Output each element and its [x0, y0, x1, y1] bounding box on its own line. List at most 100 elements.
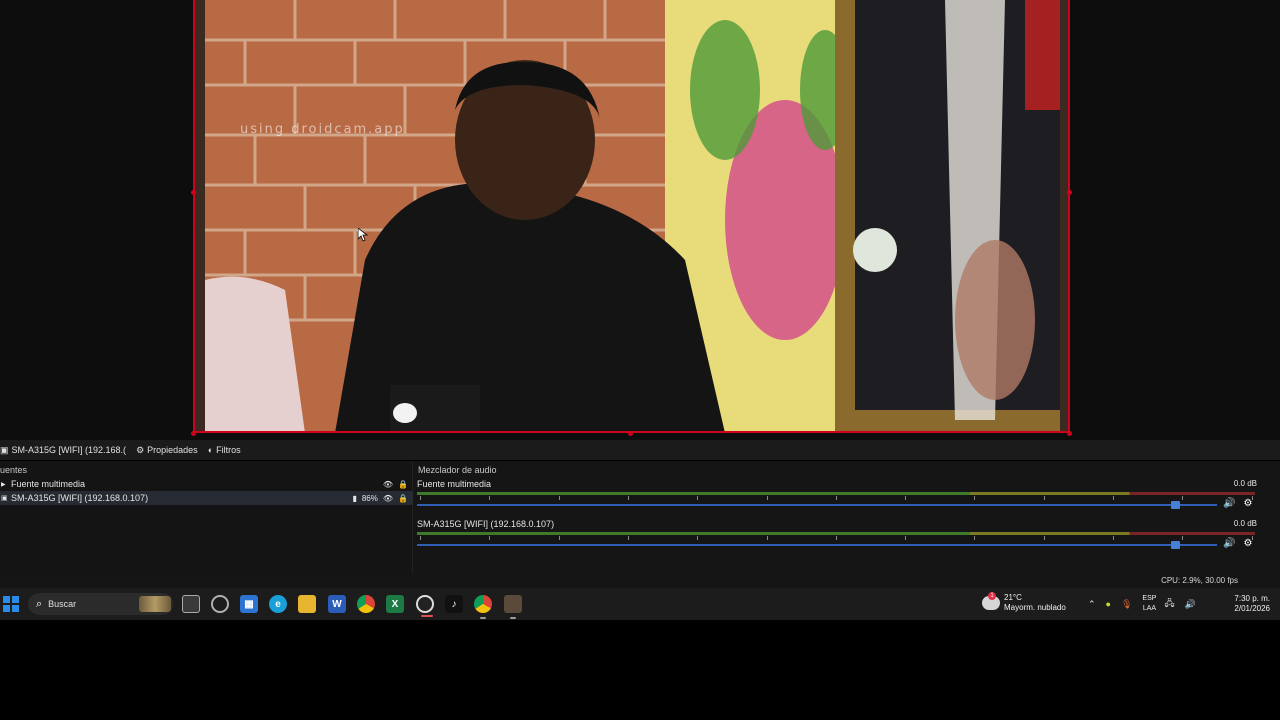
- filters-button[interactable]: ◐ Filtros: [208, 445, 241, 455]
- meter-tick: [974, 496, 976, 500]
- clock-time: 7:30 p. m.: [1234, 594, 1270, 603]
- visibility-eye-icon[interactable]: 👁: [383, 480, 393, 489]
- taskbar-search[interactable]: ⌕ Buscar: [28, 593, 173, 615]
- lock-icon[interactable]: 🔒: [398, 480, 408, 489]
- meter-tick: [558, 536, 560, 540]
- source-item-sm-a315g[interactable]: ▣ SM-A315G [WIFI] (192.168.0.107) ▮ 86% …: [0, 491, 413, 505]
- meter-tick: [489, 536, 491, 540]
- volume-slider[interactable]: [417, 541, 1217, 549]
- meter-tick: [905, 496, 907, 500]
- source-item-label: SM-A315G [WIFI] (192.168.0.107): [11, 493, 149, 503]
- meter-tick: [1182, 536, 1184, 540]
- weather-widget[interactable]: 1 21°C Mayorm. nublado: [982, 592, 1066, 613]
- play-icon: ▶: [1, 481, 6, 488]
- weather-badge: 1: [988, 592, 996, 600]
- chrome-profile-icon[interactable]: [474, 595, 492, 619]
- source-item-label: Fuente multimedia: [11, 479, 86, 489]
- droidcam-tray-icon[interactable]: ●: [1106, 599, 1111, 609]
- visibility-eye-icon[interactable]: 👁: [383, 494, 393, 503]
- mic-level-icon: ▮: [352, 493, 357, 503]
- speaker-icon[interactable]: 🔊: [1223, 538, 1235, 549]
- meter-tick: [489, 496, 491, 500]
- meter-tick: [627, 536, 629, 540]
- speaker-icon[interactable]: 🔊: [1223, 498, 1235, 509]
- store-icon[interactable]: ▦: [240, 595, 258, 613]
- lock-icon[interactable]: 🔒: [398, 494, 408, 503]
- tiktok-icon[interactable]: ♪: [445, 595, 463, 613]
- channel-db: 0.0 dB: [1233, 479, 1257, 488]
- file-explorer-icon[interactable]: [298, 595, 316, 613]
- resize-handle-bottom[interactable]: [628, 431, 633, 436]
- volume-meter: [417, 532, 1255, 535]
- meter-tick: [697, 536, 699, 540]
- volume-icon[interactable]: 🔊: [1184, 599, 1195, 610]
- mixer-channel-sm-a315g: SM-A315G [WIFI] (192.168.0.107) 0.0 dB 🔊…: [417, 519, 1257, 559]
- camera-source-icon: ▣: [1, 495, 8, 502]
- resize-handle-right[interactable]: [1067, 190, 1072, 195]
- channel-name: Fuente multimedia: [417, 479, 492, 489]
- preview-area[interactable]: using droidcam.app: [0, 0, 1280, 440]
- weather-desc: Mayorm. nublado: [1004, 603, 1066, 612]
- selected-source: ▣ SM-A315G [WIFI] (192.168.(: [0, 445, 126, 456]
- mouse-cursor-icon: [358, 228, 368, 242]
- selected-source-name: SM-A315G [WIFI] (192.168.(: [11, 445, 127, 455]
- source-toolbar: ▣ SM-A315G [WIFI] (192.168.( ⚙ Propiedad…: [0, 440, 1280, 460]
- droidcam-watermark: using droidcam.app: [240, 122, 405, 137]
- resize-handle-bottom-right[interactable]: [1067, 431, 1072, 436]
- gear-icon[interactable]: ⚙: [1243, 538, 1252, 549]
- status-bar: CPU: 2.9%, 30.00 fps: [0, 573, 1280, 588]
- obs-icon[interactable]: [416, 595, 434, 617]
- video-source-frame[interactable]: using droidcam.app: [193, 0, 1070, 433]
- meter-tick: [697, 496, 699, 500]
- audio-mixer-dock: Mezclador de audio Fuente multimedia 0.0…: [414, 461, 1280, 573]
- volume-slider[interactable]: [417, 501, 1217, 509]
- system-tray: ⌃ ● 🎙 ESP LAA 🖧 🔊: [1088, 588, 1206, 620]
- search-highlight-image: [139, 596, 171, 612]
- channel-db: 0.0 dB: [1233, 519, 1257, 528]
- meter-tick: [420, 496, 421, 500]
- source-item-fuente-multimedia[interactable]: ▶ Fuente multimedia 👁 🔒: [0, 477, 413, 491]
- chevron-up-icon[interactable]: ⌃: [1088, 599, 1096, 610]
- network-icon[interactable]: 🖧: [1164, 596, 1174, 612]
- camera-source-icon: ▣: [0, 444, 9, 455]
- lang-bottom: LAA: [1142, 605, 1157, 612]
- language-indicator[interactable]: ESP LAA: [1142, 594, 1156, 614]
- meter-tick: [835, 496, 837, 500]
- windows-start-icon[interactable]: [3, 596, 19, 612]
- meter-tick: [974, 536, 976, 540]
- docks-area: uentes ▶ Fuente multimedia 👁 🔒 ▣ SM-A315…: [0, 461, 1280, 573]
- meter-tick: [1113, 496, 1114, 500]
- edge-icon[interactable]: e: [269, 595, 287, 613]
- meter-tick: [1043, 496, 1045, 500]
- search-icon: ⌕: [36, 597, 43, 610]
- word-icon[interactable]: W: [328, 595, 346, 613]
- properties-button[interactable]: ⚙ Propiedades: [136, 445, 198, 456]
- gear-icon[interactable]: ⚙: [1243, 498, 1252, 509]
- meter-tick: [835, 536, 837, 540]
- cpu-fps-status: CPU: 2.9%, 30.00 fps: [1161, 576, 1238, 585]
- sources-title: uentes: [0, 465, 28, 475]
- meter-tick: [766, 496, 768, 500]
- copilot-icon[interactable]: [211, 595, 229, 613]
- volume-slider-knob[interactable]: [1171, 541, 1180, 549]
- app-icon[interactable]: [504, 595, 522, 619]
- audio-mixer-title: Mezclador de audio: [418, 465, 497, 475]
- meter-tick: [1043, 536, 1045, 540]
- chrome-icon[interactable]: [357, 595, 375, 613]
- volume-slider-knob[interactable]: [1171, 501, 1180, 509]
- meter-tick: [766, 536, 768, 540]
- filter-icon: ◐: [207, 445, 214, 455]
- source-percent: 86%: [361, 493, 378, 503]
- meter-ticks: [417, 536, 1255, 542]
- clock[interactable]: 7:30 p. m. 2/01/2026: [1234, 594, 1270, 614]
- resize-handle-left[interactable]: [191, 190, 196, 195]
- meter-tick: [1113, 536, 1114, 540]
- sources-dock: uentes ▶ Fuente multimedia 👁 🔒 ▣ SM-A315…: [0, 461, 413, 573]
- microphone-icon[interactable]: 🎙: [1121, 599, 1132, 610]
- meter-tick: [558, 496, 560, 500]
- filters-label: Filtros: [216, 445, 241, 455]
- task-view-icon[interactable]: [182, 595, 200, 613]
- resize-handle-bottom-left[interactable]: [191, 431, 196, 436]
- excel-icon[interactable]: X: [386, 595, 404, 613]
- meter-tick: [905, 536, 907, 540]
